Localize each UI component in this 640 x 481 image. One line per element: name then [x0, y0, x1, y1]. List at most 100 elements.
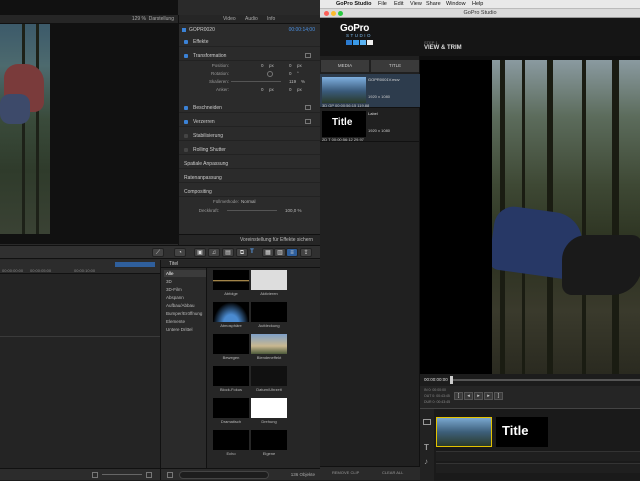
mark-in-icon[interactable]: [	[454, 392, 463, 400]
viewer-mode-menu[interactable]: Darstellung	[149, 16, 174, 22]
section-rolling-shutter[interactable]: Rolling Shutter	[179, 145, 320, 155]
music-icon[interactable]: ♫	[208, 248, 220, 257]
generator-tile[interactable]: Abfolge	[213, 270, 249, 298]
media-item-title[interactable]: Title Label 1920 x 1080 2D T 00:00:56:12…	[320, 108, 420, 142]
category-item[interactable]: Elemente	[164, 318, 206, 325]
section-compositing[interactable]: Compositing	[179, 187, 320, 197]
themes-icon[interactable]: ▥	[274, 248, 286, 257]
tab-media[interactable]: MEDIA	[321, 60, 369, 72]
timeline-controls[interactable]	[115, 262, 155, 267]
generator-tile[interactable]: Echo	[213, 430, 249, 458]
generators-icon[interactable]: ▦	[262, 248, 274, 257]
viewer-zoom[interactable]: 129 %	[132, 16, 146, 22]
category-item[interactable]: 3D-Film	[164, 286, 206, 293]
search-input[interactable]	[179, 471, 269, 479]
generator-tile[interactable]: Blendeneffekt	[251, 334, 287, 362]
section-ratenanpassung[interactable]: Ratenanpassung	[179, 173, 320, 183]
timeline-panel: 00:00:00:00 00:00:05:00 00:00:10:00	[0, 260, 160, 480]
scale-slider[interactable]	[231, 81, 281, 82]
timeline-status-bar	[0, 468, 160, 480]
menu-view[interactable]: View	[410, 1, 422, 7]
generator-tile[interactable]: Block-Fokus	[213, 366, 249, 394]
magic-wand-icon[interactable]: ⟋	[152, 248, 164, 257]
share-icon[interactable]: ⇪	[300, 248, 312, 257]
tab-video[interactable]: Video	[223, 16, 236, 22]
param-opacity: Deckkraft: 100,0 %	[198, 208, 302, 213]
category-item[interactable]: Bumper/Eröffnung	[164, 310, 206, 317]
camera-icon[interactable]: ▣	[194, 248, 206, 257]
storyboard-title-clip[interactable]: Title	[496, 417, 548, 447]
crop-icon	[305, 105, 311, 110]
opacity-slider[interactable]	[227, 210, 277, 211]
section-spatiale-anpassung[interactable]: Spatiale Anpassung	[179, 159, 320, 169]
view-trim-panel: STEP 1 VIEW & TRIM 00:00:00:00 IN 0: 00:…	[420, 40, 640, 481]
storyboard: T ♪ Title	[420, 408, 640, 481]
timeline-ruler[interactable]: 00:00:00:00 00:00:05:00 00:00:10:00	[0, 260, 160, 274]
timeline-zoom-slider[interactable]	[102, 474, 142, 475]
param-position: Position: 0 px 0 px	[211, 63, 302, 68]
category-item[interactable]: Alle	[164, 270, 206, 277]
tab-info[interactable]: Info	[267, 16, 275, 22]
menu-share[interactable]: Share	[426, 1, 441, 7]
section-transformation[interactable]: Transformation	[179, 51, 320, 61]
generator-tile[interactable]: Datum/Uhrzeit	[251, 366, 287, 394]
generator-tile[interactable]: Aktivieren	[251, 270, 287, 298]
gopro-logo: GoPro STUDIO	[340, 23, 382, 45]
browser-options-icon[interactable]	[167, 472, 173, 478]
rotation-dial-icon[interactable]	[267, 71, 273, 77]
clip-duration: 00:00:14;00	[288, 27, 315, 33]
section-verzerren[interactable]: Verzerren	[179, 117, 320, 127]
mark-out-icon[interactable]: ]	[494, 392, 503, 400]
timeline-divider	[0, 336, 160, 337]
generator-tile[interactable]: Aufdeckung	[251, 302, 287, 330]
category-item[interactable]: Aufbau/Abbau	[164, 302, 206, 309]
previous-frame-icon[interactable]: ◂	[464, 392, 473, 400]
clear-all-button[interactable]: CLEAR ALL	[382, 470, 403, 475]
save-effects-preset-button[interactable]: Voreinstellung für Effekte sichern	[240, 237, 313, 243]
speedometer-icon[interactable]: ◔	[174, 248, 186, 257]
generator-tile[interactable]: Drehung	[251, 398, 287, 426]
generator-tile[interactable]: Bewegen	[213, 334, 249, 362]
tab-audio[interactable]: Audio	[245, 16, 258, 22]
section-beschneiden[interactable]: Beschneiden	[179, 103, 320, 113]
photo-icon[interactable]: ▤	[222, 248, 234, 257]
app-menu[interactable]: GoPro Studio	[336, 1, 371, 7]
section-effekte[interactable]: Effekte	[179, 37, 320, 47]
menu-edit[interactable]: Edit	[394, 1, 403, 7]
title-icon[interactable]: T	[246, 248, 258, 257]
current-timecode: 00:00:00:00	[424, 377, 448, 382]
generator-tile[interactable]: Eigene	[251, 430, 287, 458]
step-title: VIEW & TRIM	[424, 45, 462, 51]
menu-file[interactable]: File	[378, 1, 387, 7]
menu-window[interactable]: Window	[446, 1, 466, 7]
effects-icon[interactable]: ≡	[286, 248, 298, 257]
menu-help[interactable]: Help	[472, 1, 483, 7]
browser-title[interactable]: Titel	[169, 261, 178, 267]
generator-tile[interactable]: Atmosphäre	[213, 302, 249, 330]
storyboard-clip[interactable]	[436, 417, 492, 447]
playhead-handle[interactable]	[450, 376, 453, 384]
category-item[interactable]: Abspann	[164, 294, 206, 301]
video-preview[interactable]	[420, 60, 640, 374]
param-blend-mode: Füllmethode: Normal	[212, 199, 256, 204]
category-item[interactable]: Untere Drittel	[164, 326, 206, 333]
zoom-in-icon[interactable]	[146, 472, 152, 478]
zoom-out-icon[interactable]	[92, 472, 98, 478]
play-icon[interactable]: ▸	[474, 392, 483, 400]
microphone-icon: ♪	[424, 457, 428, 466]
audio-track[interactable]	[436, 463, 640, 473]
inspector-footer: Voreinstellung für Effekte sichern	[179, 234, 320, 245]
media-item-video[interactable]: GOPR0001V.mov 1920 x 1080 3D GP 00:00:56…	[320, 74, 420, 108]
section-stabilisierung[interactable]: Stabilisierung	[179, 131, 320, 141]
remove-clip-button[interactable]: REMOVE CLIP	[332, 470, 359, 475]
fcp-toolbar: ⟋ ◔ ▣ ♫ ▤ ⧉ T ▦ ▥ ≡ ⇪	[0, 245, 320, 259]
media-bin: MEDIA TITLE GOPR0001V.mov 1920 x 1080 3D…	[320, 56, 420, 480]
category-list: Alle 3D 3D-Film Abspann Aufbau/Abbau Bum…	[161, 268, 207, 468]
tab-title[interactable]: TITLE	[371, 60, 419, 72]
generator-tile[interactable]: Dramatisch	[213, 398, 249, 426]
category-item[interactable]: 3D	[164, 278, 206, 285]
trim-controls: IN 0: 00:00:00 OUT 0: 00:43:45 DUR 0: 00…	[420, 386, 640, 408]
title-track[interactable]	[436, 451, 640, 461]
scrub-track[interactable]	[450, 379, 640, 381]
next-frame-icon[interactable]: ▸	[484, 392, 493, 400]
